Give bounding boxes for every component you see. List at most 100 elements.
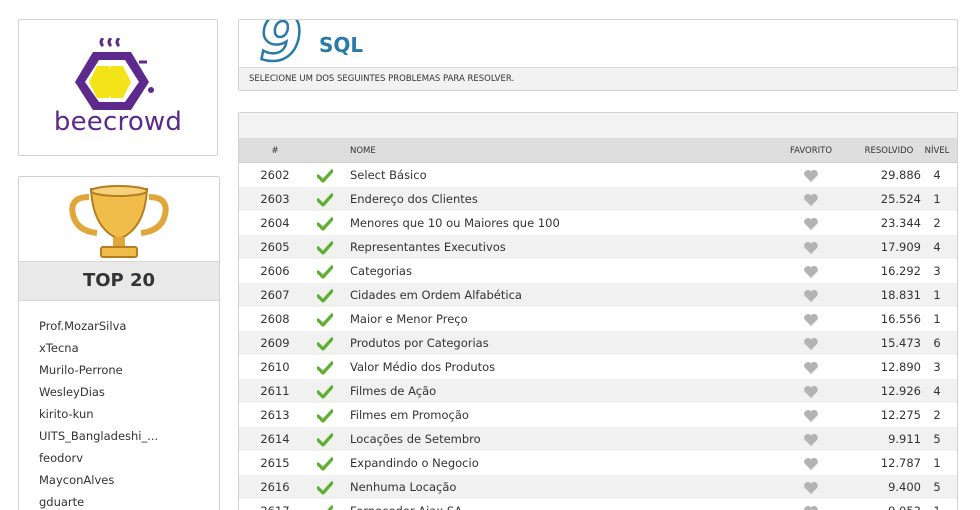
table-row[interactable]: 2609 Produtos por Categorias 15.473 6 [239, 331, 957, 355]
problem-level: 5 [933, 480, 941, 494]
problem-name-link[interactable]: Menores que 10 ou Maiores que 100 [350, 211, 560, 235]
problem-name-link[interactable]: Nenhuma Locação [350, 475, 456, 499]
header-id[interactable]: # [249, 139, 301, 163]
header-level[interactable]: NÍVEL [919, 139, 955, 163]
ranking-user-link[interactable]: kirito-kun [39, 403, 158, 425]
category-number: 9 [259, 19, 302, 68]
category-header: 9 SQL SELECIONE UM DOS SEGUINTES PROBLEM… [238, 19, 958, 91]
table-header: # NOME FAVORITO RESOLVIDO NÍVEL [239, 139, 957, 163]
problem-level: 1 [933, 456, 941, 470]
problem-id: 2604 [260, 216, 290, 230]
problem-level: 1 [933, 312, 941, 326]
table-row[interactable]: 2602 Select Básico 29.886 4 [239, 163, 957, 187]
problem-id: 2609 [260, 336, 290, 350]
ranking-user-link[interactable]: MayconAlves [39, 469, 158, 491]
ranking-user-link[interactable]: WesleyDias [39, 381, 158, 403]
problem-solved-count: 16.292 [880, 264, 921, 278]
heart-icon[interactable] [775, 235, 847, 259]
heart-icon[interactable] [775, 451, 847, 475]
problem-id: 2610 [260, 360, 290, 374]
problem-solved-count: 17.909 [880, 240, 921, 254]
problem-name-link[interactable]: Categorias [350, 259, 412, 283]
heart-icon[interactable] [775, 259, 847, 283]
table-row[interactable]: 2604 Menores que 10 ou Maiores que 100 23.… [239, 211, 957, 235]
ranking-user-link[interactable]: feodorv [39, 447, 158, 469]
table-row[interactable]: 2606 Categorias 16.292 3 [239, 259, 957, 283]
check-icon [316, 355, 337, 379]
ranking-user-link[interactable]: Murilo-Perrone [39, 359, 158, 381]
category-number-icon: 9 [258, 19, 304, 68]
problem-id: 2606 [260, 264, 290, 278]
problem-solved-count: 25.524 [880, 192, 921, 206]
check-icon [316, 331, 337, 355]
header-name[interactable]: NOME [350, 139, 376, 163]
problem-solved-count: 29.886 [880, 168, 921, 182]
heart-icon[interactable] [775, 403, 847, 427]
brand-logo[interactable]: beecrowd [18, 19, 218, 156]
problem-id: 2614 [260, 432, 290, 446]
ranking-user-link[interactable]: Prof.MozarSilva [39, 315, 158, 337]
problem-solved-count: 12.787 [880, 456, 921, 470]
problem-solved-count: 12.275 [880, 408, 921, 422]
problem-solved-count: 12.926 [880, 384, 921, 398]
top-ranking-list: Prof.MozarSilva xTecna Murilo-Perrone We… [39, 315, 158, 510]
problem-solved-count: 12.890 [880, 360, 921, 374]
header-solved[interactable]: RESOLVIDO [849, 139, 929, 163]
problem-level: 2 [933, 408, 941, 422]
problem-level: 2 [933, 216, 941, 230]
heart-icon[interactable] [775, 427, 847, 451]
problem-name-link[interactable]: Fornecedor Ajax SA [350, 499, 462, 510]
table-row[interactable]: 2614 Locações de Setembro 9.911 5 [239, 427, 957, 451]
ranking-user-link[interactable]: gduarte [39, 491, 158, 510]
problem-name-link[interactable]: Endereço dos Clientes [350, 187, 478, 211]
table-row[interactable]: 2615 Expandindo o Negocio 12.787 1 [239, 451, 957, 475]
problem-name-link[interactable]: Filmes de Ação [350, 379, 436, 403]
problem-name-link[interactable]: Filmes em Promoção [350, 403, 469, 427]
table-row[interactable]: 2611 Filmes de Ação 12.926 4 [239, 379, 957, 403]
heart-icon[interactable] [775, 163, 847, 187]
table-row[interactable]: 2610 Valor Médio dos Produtos 12.890 3 [239, 355, 957, 379]
table-row[interactable]: 2605 Representantes Executivos 17.909 4 [239, 235, 957, 259]
ranking-user-link[interactable]: UITS_Bangladeshi_... [39, 425, 158, 447]
check-icon [316, 427, 337, 451]
table-row[interactable]: 2616 Nenhuma Locação 9.400 5 [239, 475, 957, 499]
bee-logo-icon [75, 38, 154, 110]
check-icon [316, 283, 337, 307]
table-row[interactable]: 2617 Fornecedor Ajax SA 9.0531 [239, 499, 957, 510]
ranking-user-link[interactable]: xTecna [39, 337, 158, 359]
problem-level: 4 [933, 240, 941, 254]
problem-level: 4 [933, 384, 941, 398]
table-row[interactable]: 2607 Cidades em Ordem Alfabética 18.831 1 [239, 283, 957, 307]
heart-icon[interactable] [775, 379, 847, 403]
problem-name-link[interactable]: Maior e Menor Preço [350, 307, 468, 331]
heart-icon[interactable] [775, 307, 847, 331]
problems-table: # NOME FAVORITO RESOLVIDO NÍVEL 2602 Sele… [238, 112, 958, 510]
heart-icon[interactable] [775, 187, 847, 211]
heart-icon[interactable] [775, 283, 847, 307]
table-row[interactable]: 2603 Endereço dos Clientes 25.524 1 [239, 187, 957, 211]
problem-name-link[interactable]: Cidades em Ordem Alfabética [350, 283, 522, 307]
check-icon [316, 163, 337, 187]
check-icon [316, 451, 337, 475]
header-favorite[interactable]: FAVORITO [775, 139, 847, 163]
problem-solved-count: 18.831 [880, 288, 921, 302]
problem-name-link[interactable]: Expandindo o Negocio [350, 451, 479, 475]
heart-icon[interactable] [775, 475, 847, 499]
problem-id: 2615 [260, 456, 290, 470]
heart-icon[interactable] [775, 331, 847, 355]
problem-name-link[interactable]: Representantes Executivos [350, 235, 506, 259]
problem-level: 1 [933, 192, 941, 206]
table-row[interactable]: 2608 Maior e Menor Preço 16.556 1 [239, 307, 957, 331]
problem-name-link[interactable]: Select Básico [350, 163, 427, 187]
problem-solved-count: 16.556 [880, 312, 921, 326]
problem-name-link[interactable]: Locações de Setembro [350, 427, 481, 451]
problem-name-link[interactable]: Produtos por Categorias [350, 331, 489, 355]
problem-name-link[interactable]: Valor Médio dos Produtos [350, 355, 495, 379]
heart-icon[interactable] [775, 355, 847, 379]
problem-level: 6 [933, 336, 941, 350]
check-icon [316, 403, 337, 427]
table-row[interactable]: 2613 Filmes em Promoção 12.275 2 [239, 403, 957, 427]
heart-icon[interactable] [775, 211, 847, 235]
problem-solved-count: 23.344 [880, 216, 921, 230]
heart-icon[interactable] [775, 499, 847, 510]
